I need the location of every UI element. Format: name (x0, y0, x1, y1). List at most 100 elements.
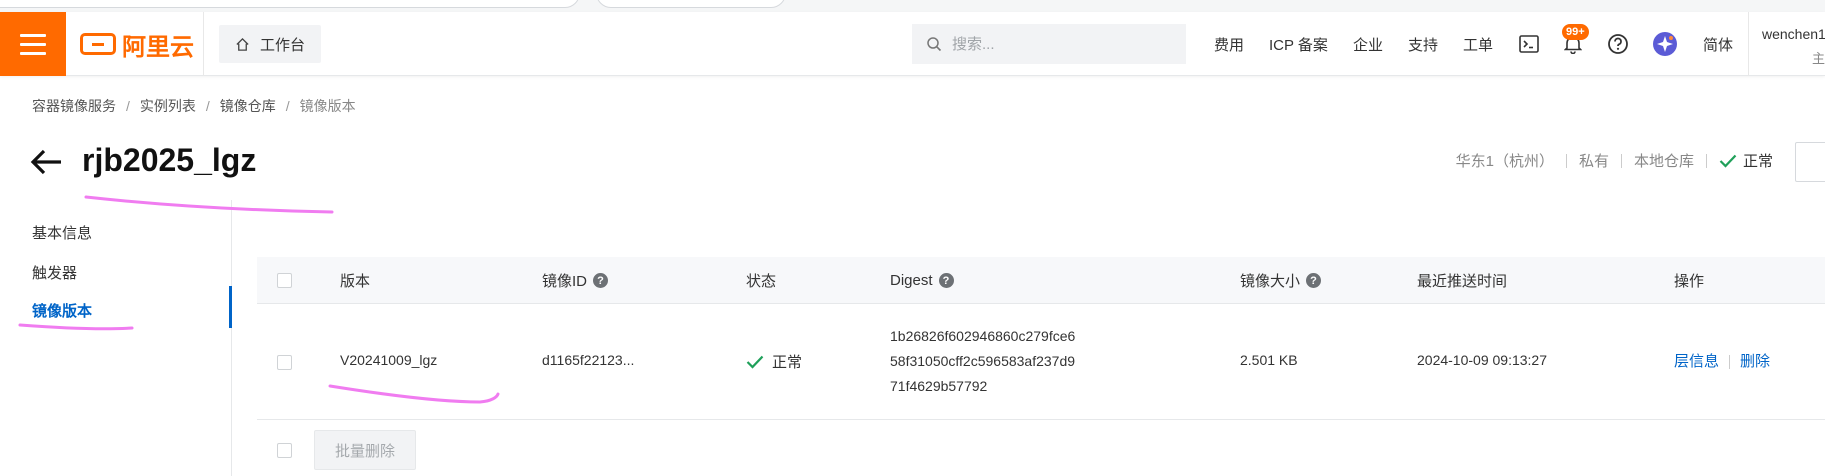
check-icon (1719, 154, 1737, 168)
col-digest-label: Digest (890, 272, 933, 289)
digest-line: 1b26826f602946860c279fce6 (890, 328, 1076, 344)
row-version: V20241009_lgz (340, 352, 438, 368)
left-nav-triggers[interactable]: 触发器 (32, 262, 77, 283)
help-icon (1608, 34, 1628, 54)
help-icon[interactable]: ? (593, 273, 609, 288)
select-all-checkbox[interactable] (277, 273, 292, 288)
side-action-button[interactable] (1795, 142, 1825, 182)
divider (1565, 153, 1567, 168)
home-icon (236, 37, 249, 51)
divider (1748, 12, 1749, 76)
terminal-icon (1519, 35, 1539, 53)
col-status-label: 状态 (746, 273, 777, 290)
repo-meta: 华东1（杭州） 私有 本地仓库 正常 (1456, 150, 1773, 171)
nav-support[interactable]: 支持 (1408, 12, 1438, 76)
browser-tabstrip (0, 0, 1825, 12)
workbench-button[interactable]: 工作台 (219, 25, 322, 63)
left-nav-image-versions[interactable]: 镜像版本 (32, 300, 92, 321)
breadcrumb: 容器镜像服务 / 实例列表 / 镜像仓库 / 镜像版本 (32, 96, 356, 116)
nav-fees[interactable]: 费用 (1214, 12, 1244, 76)
cloud-shell-button[interactable] (1519, 12, 1539, 76)
col-pushed-label: 最近推送时间 (1417, 273, 1508, 290)
layer-info-link[interactable]: 层信息 (1674, 353, 1719, 370)
aliyun-logo[interactable]: 阿里云 (80, 12, 194, 76)
breadcrumb-separator: / (126, 98, 130, 114)
col-version-label: 版本 (340, 273, 371, 290)
row-status-text: 正常 (772, 354, 803, 371)
nav-icp[interactable]: ICP 备案 (1269, 12, 1328, 76)
workbench-label: 工作台 (260, 36, 306, 54)
row-actions: 层信息 删除 (1674, 350, 1770, 371)
row-size: 2.501 KB (1240, 352, 1298, 368)
row-image-id: d1165f22123... (542, 352, 635, 368)
breadcrumb-item[interactable]: 镜像仓库 (220, 96, 276, 116)
table-row: V20241009_lgz d1165f22123... 正常 1b26826f… (257, 304, 1825, 420)
table-footer: 批量删除 (257, 420, 1825, 476)
repo-region: 华东1（杭州） (1455, 153, 1554, 170)
menu-icon (20, 51, 46, 55)
breadcrumb-item[interactable]: 容器镜像服务 (32, 96, 116, 116)
browser-tab[interactable] (0, 0, 580, 8)
search-input[interactable] (952, 35, 1172, 53)
col-digest: Digest ? (890, 257, 954, 304)
col-version: 版本 (340, 257, 370, 304)
hamburger-menu-button[interactable] (0, 12, 66, 76)
left-nav-basic-info[interactable]: 基本信息 (32, 222, 92, 243)
menu-icon (20, 33, 46, 37)
divider (1705, 153, 1707, 168)
delete-link[interactable]: 删除 (1740, 353, 1770, 370)
footer-select-all-checkbox[interactable] (277, 443, 292, 458)
col-status: 状态 (746, 257, 776, 304)
nav-ticket[interactable]: 工单 (1463, 12, 1493, 76)
col-actions-label: 操作 (1674, 273, 1705, 290)
breadcrumb-separator: / (205, 98, 210, 114)
table-header: 版本 镜像ID ? 状态 Digest ? 镜像大小 ? 最近推送时间 操作 (257, 257, 1825, 304)
repo-visibility: 私有 (1578, 153, 1609, 170)
logo-text: 阿里云 (122, 33, 194, 61)
col-image-id-label: 镜像ID (542, 273, 588, 290)
divider (203, 12, 204, 76)
row-pushed: 2024-10-09 09:13:27 (1417, 352, 1547, 368)
browser-tab[interactable] (596, 0, 786, 8)
menu-icon (20, 42, 46, 46)
digest-line: 71f4629b57792 (890, 378, 988, 394)
notification-button[interactable] (1564, 12, 1582, 76)
top-navbar: 阿里云 工作台 费用 ICP 备案 企业 支持 工单 (0, 12, 1825, 76)
user-account[interactable]: wenchen1 (1762, 26, 1825, 42)
col-actions: 操作 (1674, 257, 1704, 304)
nav-enterprise[interactable]: 企业 (1353, 12, 1383, 76)
help-icon[interactable]: ? (938, 273, 954, 288)
batch-delete-button[interactable]: 批量删除 (314, 430, 416, 470)
divider (1620, 153, 1622, 168)
repo-status: 正常 (1719, 150, 1773, 171)
col-size: 镜像大小 ? (1240, 257, 1322, 304)
divider (1729, 355, 1731, 370)
console-page: 阿里云 工作台 费用 ICP 备案 企业 支持 工单 (0, 0, 1825, 476)
row-status: 正常 (746, 351, 802, 372)
back-arrow-icon[interactable] (30, 147, 64, 177)
col-pushed: 最近推送时间 (1417, 257, 1507, 304)
help-icon[interactable]: ? (1306, 273, 1322, 288)
repo-status-text: 正常 (1742, 153, 1773, 170)
digest-line: 58f31050cff2c596583af237d9 (890, 353, 1076, 369)
active-indicator (229, 286, 232, 328)
ai-assistant-icon (1653, 32, 1677, 56)
check-icon (746, 355, 764, 369)
search-box[interactable] (912, 24, 1186, 64)
logo-mark-icon (80, 33, 116, 55)
col-image-id: 镜像ID ? (542, 257, 609, 304)
ai-assistant-button[interactable] (1652, 12, 1678, 76)
notification-badge: 99+ (1562, 24, 1589, 40)
language-switch[interactable]: 简体 (1703, 12, 1733, 76)
breadcrumb-current: 镜像版本 (299, 98, 356, 114)
breadcrumb-separator: / (285, 98, 290, 114)
row-digest: 1b26826f602946860c279fce6 58f31050cff2c5… (890, 324, 1075, 399)
page-title: rjb2025_lgz (82, 142, 257, 178)
left-nav: 基本信息 触发器 镜像版本 (0, 200, 232, 476)
col-size-label: 镜像大小 (1240, 273, 1301, 290)
repo-source: 本地仓库 (1633, 153, 1694, 170)
user-sub-label: 主 (1812, 51, 1825, 66)
breadcrumb-item[interactable]: 实例列表 (140, 96, 196, 116)
row-checkbox[interactable] (277, 355, 292, 370)
help-button[interactable] (1607, 12, 1629, 76)
